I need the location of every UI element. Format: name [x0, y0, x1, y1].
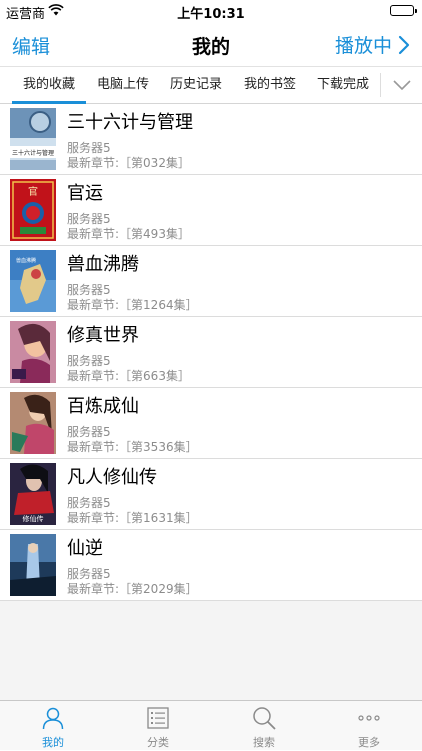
chevron-right-icon — [398, 35, 410, 54]
list-item[interactable]: 百炼成仙 服务器5 最新章节:［第3536集］ — [0, 388, 422, 459]
book-title: 修真世界 — [67, 325, 139, 346]
more-icon — [358, 715, 380, 721]
book-latest-chapter: 最新章节:［第663集］ — [67, 369, 190, 383]
tab-mine-label: 我的 — [42, 736, 64, 749]
bottom-tab-bar: 我的 分类 搜索 更多 — [0, 700, 422, 750]
list-item[interactable]: 仙逆 服务器5 最新章节:［第2029集］ — [0, 530, 422, 601]
book-cover: 兽血沸腾 — [10, 250, 56, 312]
book-title: 凡人修仙传 — [67, 467, 157, 488]
chevron-down-icon — [393, 80, 411, 91]
navigation-bar: 编辑 我的 播放中 — [0, 22, 422, 66]
book-title: 百炼成仙 — [67, 396, 139, 417]
book-title: 三十六计与管理 — [67, 112, 193, 133]
list-item[interactable]: 修真世界 服务器5 最新章节:［第663集］ — [0, 317, 422, 388]
cover-text: 官 — [28, 185, 38, 198]
tab-search[interactable]: 搜索 — [234, 701, 294, 751]
tab-category[interactable]: 分类 — [128, 701, 188, 751]
cover-text: 修仙传 — [23, 514, 44, 523]
list-item[interactable]: 三十六计与管理 三十六计与管理 服务器5 最新章节:［第032集］ — [0, 104, 422, 175]
tab-search-label: 搜索 — [253, 736, 275, 749]
tab-history[interactable]: 历史记录 — [163, 67, 229, 104]
status-time: 上午10:31 — [177, 7, 245, 22]
tab-bookmarks[interactable]: 我的书签 — [237, 67, 303, 104]
category-tab-bar: 我的收藏 电脑上传 历史记录 我的书签 下载完成 — [0, 66, 422, 104]
book-latest-chapter: 最新章节:［第1631集］ — [67, 511, 198, 525]
tab-mine[interactable]: 我的 — [23, 701, 83, 751]
book-title: 兽血沸腾 — [67, 254, 139, 275]
tab-divider — [380, 73, 381, 97]
person-icon — [42, 707, 64, 730]
now-playing-label: 播放中 — [334, 35, 392, 57]
book-cover: 修仙传 — [10, 463, 56, 525]
book-cover — [10, 321, 56, 383]
tab-more[interactable]: 更多 — [339, 701, 399, 751]
tab-favorites[interactable]: 我的收藏 — [12, 67, 86, 104]
book-cover: 官 — [10, 179, 56, 241]
status-bar: 运营商 上午10:31 — [0, 0, 422, 22]
book-latest-chapter: 最新章节:［第2029集］ — [67, 582, 198, 596]
now-playing-button[interactable]: 播放中 — [335, 31, 410, 58]
book-title: 官运 — [67, 183, 103, 204]
book-cover — [10, 534, 56, 596]
book-title: 仙逆 — [67, 538, 103, 559]
list-icon — [147, 707, 169, 729]
cover-text: 三十六计与管理 — [12, 149, 54, 157]
tab-category-label: 分类 — [147, 736, 169, 749]
list-item[interactable]: 官 官运 服务器5 最新章节:［第493集］ — [0, 175, 422, 246]
tab-pc-upload[interactable]: 电脑上传 — [90, 67, 156, 104]
book-latest-chapter: 最新章节:［第493集］ — [67, 227, 190, 241]
empty-area — [0, 601, 422, 700]
search-icon — [253, 707, 276, 730]
list-item[interactable]: 修仙传 凡人修仙传 服务器5 最新章节:［第1631集］ — [0, 459, 422, 530]
book-latest-chapter: 最新章节:［第3536集］ — [67, 440, 198, 454]
expand-tabs-button[interactable] — [382, 67, 422, 104]
list-item[interactable]: 兽血沸腾 兽血沸腾 服务器5 最新章节:［第1264集］ — [0, 246, 422, 317]
battery-icon — [390, 5, 417, 16]
book-latest-chapter: 最新章节:［第032集］ — [67, 156, 190, 170]
edit-button[interactable]: 编辑 — [12, 32, 50, 59]
tab-downloaded[interactable]: 下载完成 — [310, 67, 376, 104]
book-cover — [10, 392, 56, 454]
tab-more-label: 更多 — [358, 736, 380, 749]
book-latest-chapter: 最新章节:［第1264集］ — [67, 298, 198, 312]
book-cover: 三十六计与管理 — [10, 108, 56, 170]
cover-text: 兽血沸腾 — [16, 257, 36, 264]
